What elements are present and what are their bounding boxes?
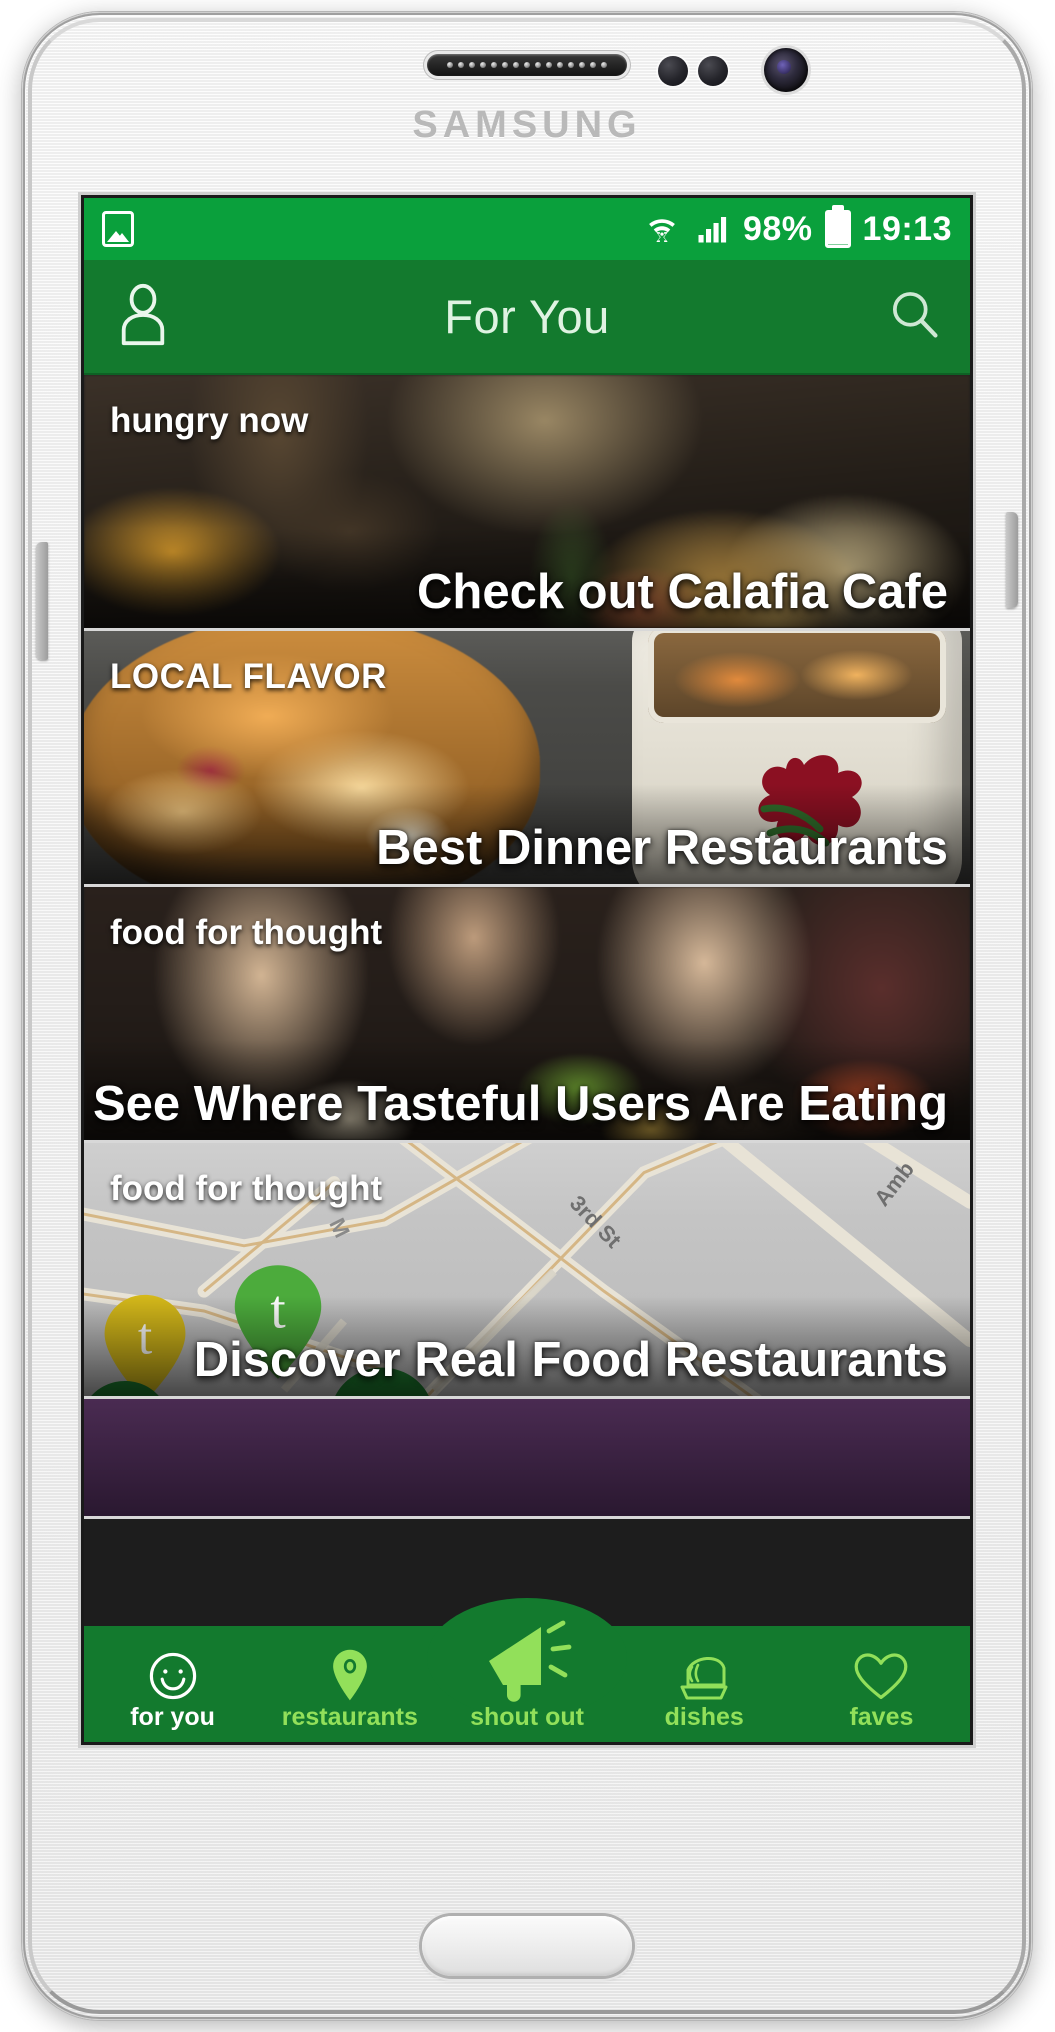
feed-card-tasteful-users-eating[interactable]: food for thought See Where Tasteful User… xyxy=(84,887,970,1143)
screenshot-image-icon xyxy=(102,211,134,247)
home-button[interactable] xyxy=(422,1916,632,1976)
nav-label: shout out xyxy=(470,1703,584,1731)
smiley-face-icon xyxy=(146,1647,200,1703)
clock-label: 19:13 xyxy=(862,209,952,248)
recent-apps-capacitive-key[interactable] xyxy=(208,1942,268,1960)
phone-screen: 98% 19:13 For You hungry now Check out C… xyxy=(84,198,970,1742)
card-kicker-label: food for thought xyxy=(110,913,383,952)
power-button[interactable] xyxy=(1006,512,1018,608)
wifi-icon xyxy=(649,219,675,243)
nav-label: for you xyxy=(130,1703,215,1731)
nav-item-for-you[interactable]: for you xyxy=(84,1647,261,1742)
cellular-signal-icon xyxy=(698,217,727,243)
earpiece-speaker-grille xyxy=(427,54,627,76)
page-title: For You xyxy=(444,290,610,343)
map-pin-icon xyxy=(328,1647,372,1703)
profile-person-icon[interactable] xyxy=(112,281,174,352)
card-title-label: Check out Calafia Cafe xyxy=(417,565,948,619)
screenshot-stage: SAMSUNG 98% 19:13 For You hungry now Che… xyxy=(0,0,1055,2032)
samsung-phone-device: SAMSUNG 98% 19:13 For You hungry now Che… xyxy=(22,12,1032,2020)
card-kicker-label: LOCAL FLAVOR xyxy=(110,657,387,696)
feed-card-next-partial[interactable] xyxy=(84,1399,970,1519)
card-title-label: Discover Real Food Restaurants xyxy=(193,1333,948,1387)
nav-item-restaurants[interactable]: restaurants xyxy=(261,1647,438,1742)
dish-cloche-icon xyxy=(676,1647,732,1703)
card-kicker-label: food for thought xyxy=(110,1169,383,1208)
status-bar: 98% 19:13 xyxy=(84,198,970,260)
bottom-navigation-bar: for you restaurants shout out dishes fav… xyxy=(84,1620,970,1742)
card-title-label: Best Dinner Restaurants xyxy=(376,821,948,875)
battery-full-icon xyxy=(824,210,851,248)
back-capacitive-key[interactable] xyxy=(786,1942,846,1960)
nav-item-faves[interactable]: faves xyxy=(793,1647,970,1742)
nav-item-dishes[interactable]: dishes xyxy=(616,1647,793,1742)
for-you-feed: hungry now Check out Calafia Cafe LOCAL … xyxy=(84,375,970,1742)
app-bar: For You xyxy=(84,260,970,375)
feed-card-discover-real-food-restaurants[interactable]: 3rd St Amb M tttttttttttt food for thoug… xyxy=(84,1143,970,1399)
front-camera-icon xyxy=(764,48,808,92)
battery-percent-label: 98% xyxy=(742,209,813,248)
feed-card-calafia-cafe[interactable]: hungry now Check out Calafia Cafe xyxy=(84,375,970,631)
card-background-image xyxy=(84,1399,970,1516)
proximity-sensor-icon xyxy=(658,56,688,86)
samsung-brand-logo: SAMSUNG xyxy=(412,104,642,146)
card-kicker-label: hungry now xyxy=(110,401,309,440)
nav-label: restaurants xyxy=(281,1703,418,1731)
nav-item-shout-out[interactable]: shout out xyxy=(438,1620,615,1742)
nav-label: faves xyxy=(849,1703,914,1731)
light-sensor-icon xyxy=(698,56,728,86)
nav-label: dishes xyxy=(664,1703,744,1731)
search-icon[interactable] xyxy=(886,285,942,348)
heart-icon xyxy=(853,1647,909,1703)
card-title-label: See Where Tasteful Users Are Eating xyxy=(92,1077,948,1131)
volume-button[interactable] xyxy=(36,542,48,660)
feed-card-best-dinner-restaurants[interactable]: LOCAL FLAVOR Best Dinner Restaurants xyxy=(84,631,970,887)
megaphone-icon xyxy=(481,1611,573,1703)
